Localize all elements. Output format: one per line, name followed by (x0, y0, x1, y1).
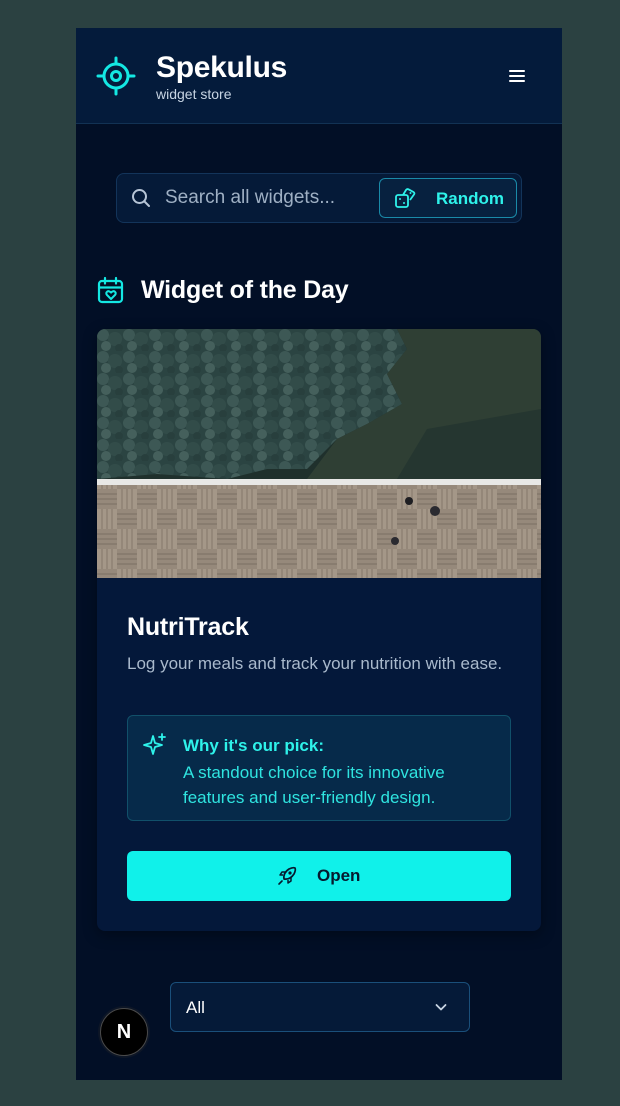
search-icon (132, 189, 150, 207)
rocket-icon (278, 866, 297, 885)
category-filter-value: All (186, 998, 205, 1017)
category-filter-select[interactable]: All (170, 982, 470, 1032)
random-button[interactable]: Random (379, 178, 517, 218)
why-our-pick-text: A standout choice for its innovative fea… (183, 763, 445, 807)
widget-name: NutriTrack (127, 613, 249, 641)
app-subtitle: widget store (156, 86, 232, 102)
sparkles-icon (143, 733, 166, 755)
random-button-label: Random (436, 189, 504, 208)
n-badge-letter: N (116, 1021, 132, 1043)
why-our-pick-title: Why it's our pick: (183, 736, 324, 755)
widget-description: Log your meals and track your nutrition … (127, 654, 503, 673)
why-our-pick-box: Why it's our pick: A standout choice for… (127, 715, 511, 821)
chevron-down-icon (435, 1004, 447, 1011)
app-frame: Spekulus widget store Random (76, 28, 562, 1080)
widget-of-the-day-card: NutriTrack Log your meals and track your… (97, 329, 541, 931)
app-header: Spekulus widget store (76, 28, 562, 124)
calendar-heart-icon (97, 276, 124, 304)
widget-image (97, 329, 541, 578)
dice-icon (395, 188, 416, 208)
open-button[interactable]: Open (127, 851, 511, 901)
n-badge-button[interactable]: N (100, 1008, 148, 1056)
logo-icon[interactable] (96, 56, 136, 96)
search-input[interactable] (165, 182, 365, 214)
hamburger-menu-icon[interactable] (503, 62, 531, 90)
open-button-label: Open (317, 866, 361, 885)
section-title: Widget of the Day (141, 276, 349, 304)
app-title: Spekulus (156, 51, 287, 84)
search-bar: Random (116, 173, 522, 223)
